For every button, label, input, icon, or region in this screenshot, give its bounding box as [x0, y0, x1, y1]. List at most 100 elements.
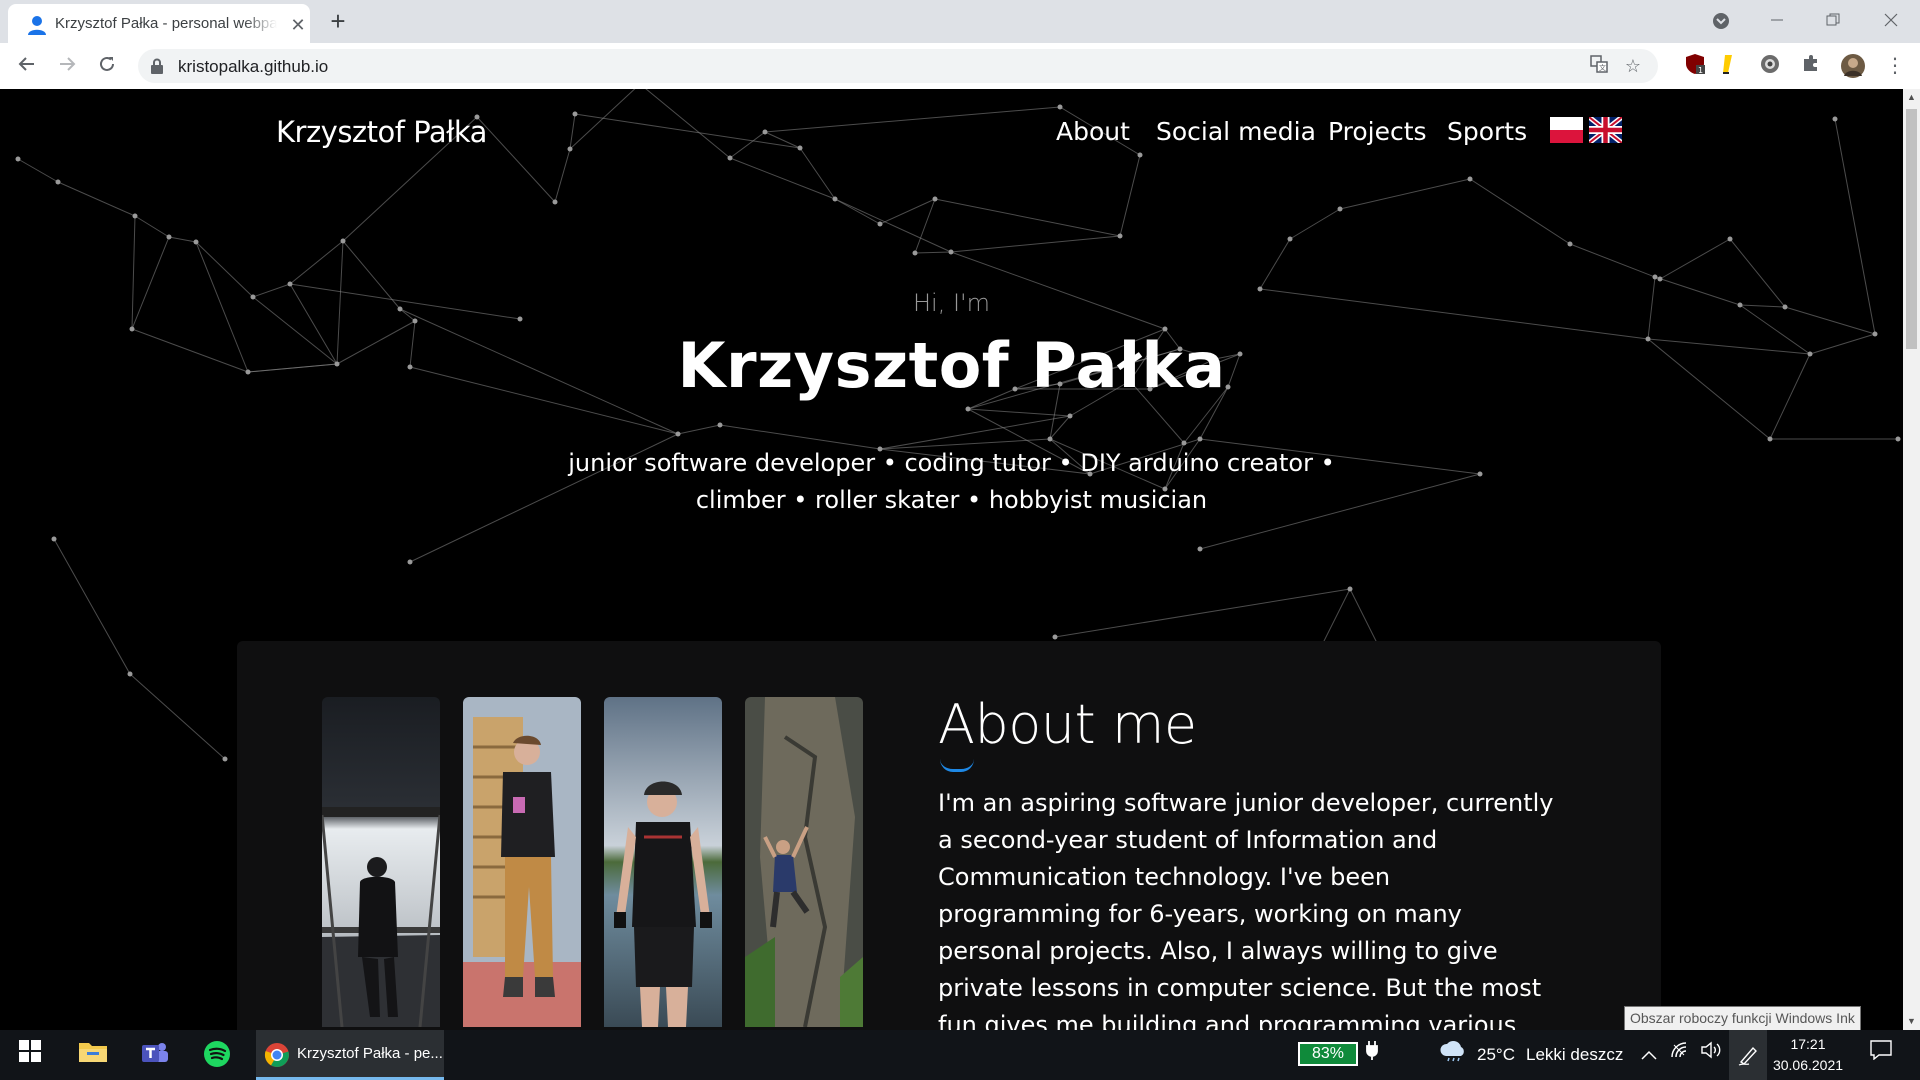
lock-icon[interactable]: [150, 58, 164, 74]
page-scrollbar[interactable]: ▲ ▼: [1903, 89, 1920, 1030]
tab-search-icon[interactable]: [1712, 12, 1730, 30]
minimize-icon[interactable]: [1764, 8, 1790, 34]
weather-cloud-rain-icon[interactable]: [1436, 1040, 1470, 1070]
network-wifi-icon[interactable]: [1668, 1040, 1692, 1070]
browser-tab-active[interactable]: Krzysztof Pałka - personal webpage ✕: [8, 4, 310, 43]
network-node: [552, 199, 558, 205]
network-node: [1767, 436, 1773, 442]
camera-icon[interactable]: [1757, 53, 1783, 79]
weather-temperature[interactable]: 25°C: [1477, 1045, 1515, 1065]
network-line: [1054, 588, 1351, 638]
reload-icon[interactable]: [93, 52, 121, 80]
network-line: [1259, 238, 1291, 290]
network-line: [1119, 154, 1141, 237]
network-line: [569, 113, 576, 150]
forward-icon[interactable]: [53, 52, 81, 80]
network-node: [1895, 436, 1901, 442]
network-node: [797, 145, 803, 151]
nav-about[interactable]: About: [1056, 117, 1130, 146]
network-line: [645, 89, 731, 159]
network-node: [1137, 152, 1143, 158]
nav-sports[interactable]: Sports: [1447, 117, 1527, 146]
browser-titlebar: Krzysztof Pałka - personal webpage ✕ +: [0, 0, 1920, 43]
network-node: [762, 129, 768, 135]
puzzle-icon[interactable]: [1798, 53, 1824, 79]
network-node: [948, 249, 954, 255]
network-node: [1181, 440, 1187, 446]
windows-ink-tooltip: Obszar roboczy funkcji Windows Ink: [1624, 1006, 1861, 1031]
webpage: Krzysztof Pałka About Social media Proje…: [0, 89, 1903, 1030]
network-node: [15, 156, 21, 162]
teams-icon[interactable]: [140, 1040, 170, 1070]
windows-start-icon[interactable]: [15, 1040, 45, 1070]
network-node: [1467, 176, 1473, 182]
network-line: [554, 148, 571, 203]
bookmark-star-icon[interactable]: ☆: [1622, 55, 1644, 77]
hero-name: Krzysztof Pałka: [677, 329, 1226, 402]
scroll-up-icon[interactable]: ▲: [1903, 89, 1920, 106]
window-close-icon[interactable]: [1878, 8, 1904, 34]
weather-description[interactable]: Lekki deszcz: [1526, 1045, 1623, 1065]
taskbar-chrome-window[interactable]: Krzysztof Pałka - pe...: [256, 1030, 444, 1080]
network-line: [729, 131, 766, 159]
battery-indicator[interactable]: 83%: [1298, 1042, 1358, 1066]
action-center-notification-icon[interactable]: [1866, 1040, 1896, 1070]
file-explorer-icon[interactable]: [78, 1040, 108, 1070]
network-node: [1197, 546, 1203, 552]
hero-tagline-line2: climber • roller skater • hobbyist music…: [695, 486, 1208, 514]
spotify-icon[interactable]: [202, 1040, 232, 1070]
network-node: [1567, 241, 1573, 247]
network-node: [1727, 236, 1733, 242]
back-icon[interactable]: [13, 52, 41, 80]
network-node: [965, 406, 971, 412]
network-line: [53, 538, 131, 675]
network-node: [912, 250, 918, 256]
photo-gym-mirror: [463, 697, 581, 1027]
new-tab-button[interactable]: +: [325, 8, 351, 34]
lingq-icon[interactable]: [1716, 53, 1742, 79]
show-hidden-icons-chevron-icon[interactable]: [1638, 1040, 1660, 1070]
network-line: [1659, 238, 1731, 280]
network-line: [1469, 178, 1571, 245]
network-node: [340, 238, 346, 244]
network-line: [1319, 588, 1351, 650]
url-text[interactable]: kristopalka.github.io: [178, 57, 328, 77]
address-bar[interactable]: kristopalka.github.io 文 ☆: [138, 49, 1658, 83]
network-line: [57, 181, 136, 217]
profile-avatar[interactable]: [1840, 53, 1866, 79]
scrollbar-thumb[interactable]: [1906, 109, 1917, 349]
uk-flag-icon[interactable]: [1589, 117, 1622, 143]
tab-close-icon[interactable]: ✕: [286, 13, 310, 37]
network-node: [1197, 436, 1203, 442]
system-clock[interactable]: 17:21 30.06.2021: [1772, 1034, 1844, 1076]
volume-speaker-icon[interactable]: [1698, 1040, 1724, 1070]
nav-projects[interactable]: Projects: [1328, 117, 1427, 146]
network-node: [1652, 274, 1658, 280]
network-node: [193, 239, 199, 245]
network-line: [799, 147, 836, 200]
restore-icon[interactable]: [1820, 8, 1846, 34]
browser-toolbar: kristopalka.github.io 文 ☆ 1 ⋮: [0, 43, 1920, 90]
network-node: [1047, 436, 1053, 442]
polish-flag-icon[interactable]: [1550, 117, 1583, 143]
windows-ink-pen-icon[interactable]: [1729, 1030, 1767, 1080]
browser-menu-icon[interactable]: ⋮: [1882, 53, 1908, 79]
network-node: [727, 155, 733, 161]
network-node: [1832, 116, 1838, 122]
ublock-icon[interactable]: 1: [1682, 53, 1708, 79]
network-node: [127, 671, 133, 677]
network-line: [289, 240, 344, 285]
ublock-badge: 1: [1698, 66, 1703, 75]
windows-taskbar: Krzysztof Pałka - pe... 83% 25°C Lekki d…: [0, 1030, 1920, 1080]
translate-icon[interactable]: 文: [1588, 55, 1610, 77]
network-line: [834, 198, 952, 253]
network-node: [412, 318, 418, 324]
network-node: [222, 756, 228, 762]
scroll-down-icon[interactable]: ▼: [1903, 1013, 1920, 1030]
site-brand-logo[interactable]: Krzysztof Pałka: [276, 115, 487, 149]
about-title: About me: [938, 693, 1197, 756]
nav-social-media[interactable]: Social media: [1156, 117, 1316, 146]
about-title-accent: [940, 759, 974, 772]
network-node: [1347, 586, 1353, 592]
network-node: [1337, 206, 1343, 212]
